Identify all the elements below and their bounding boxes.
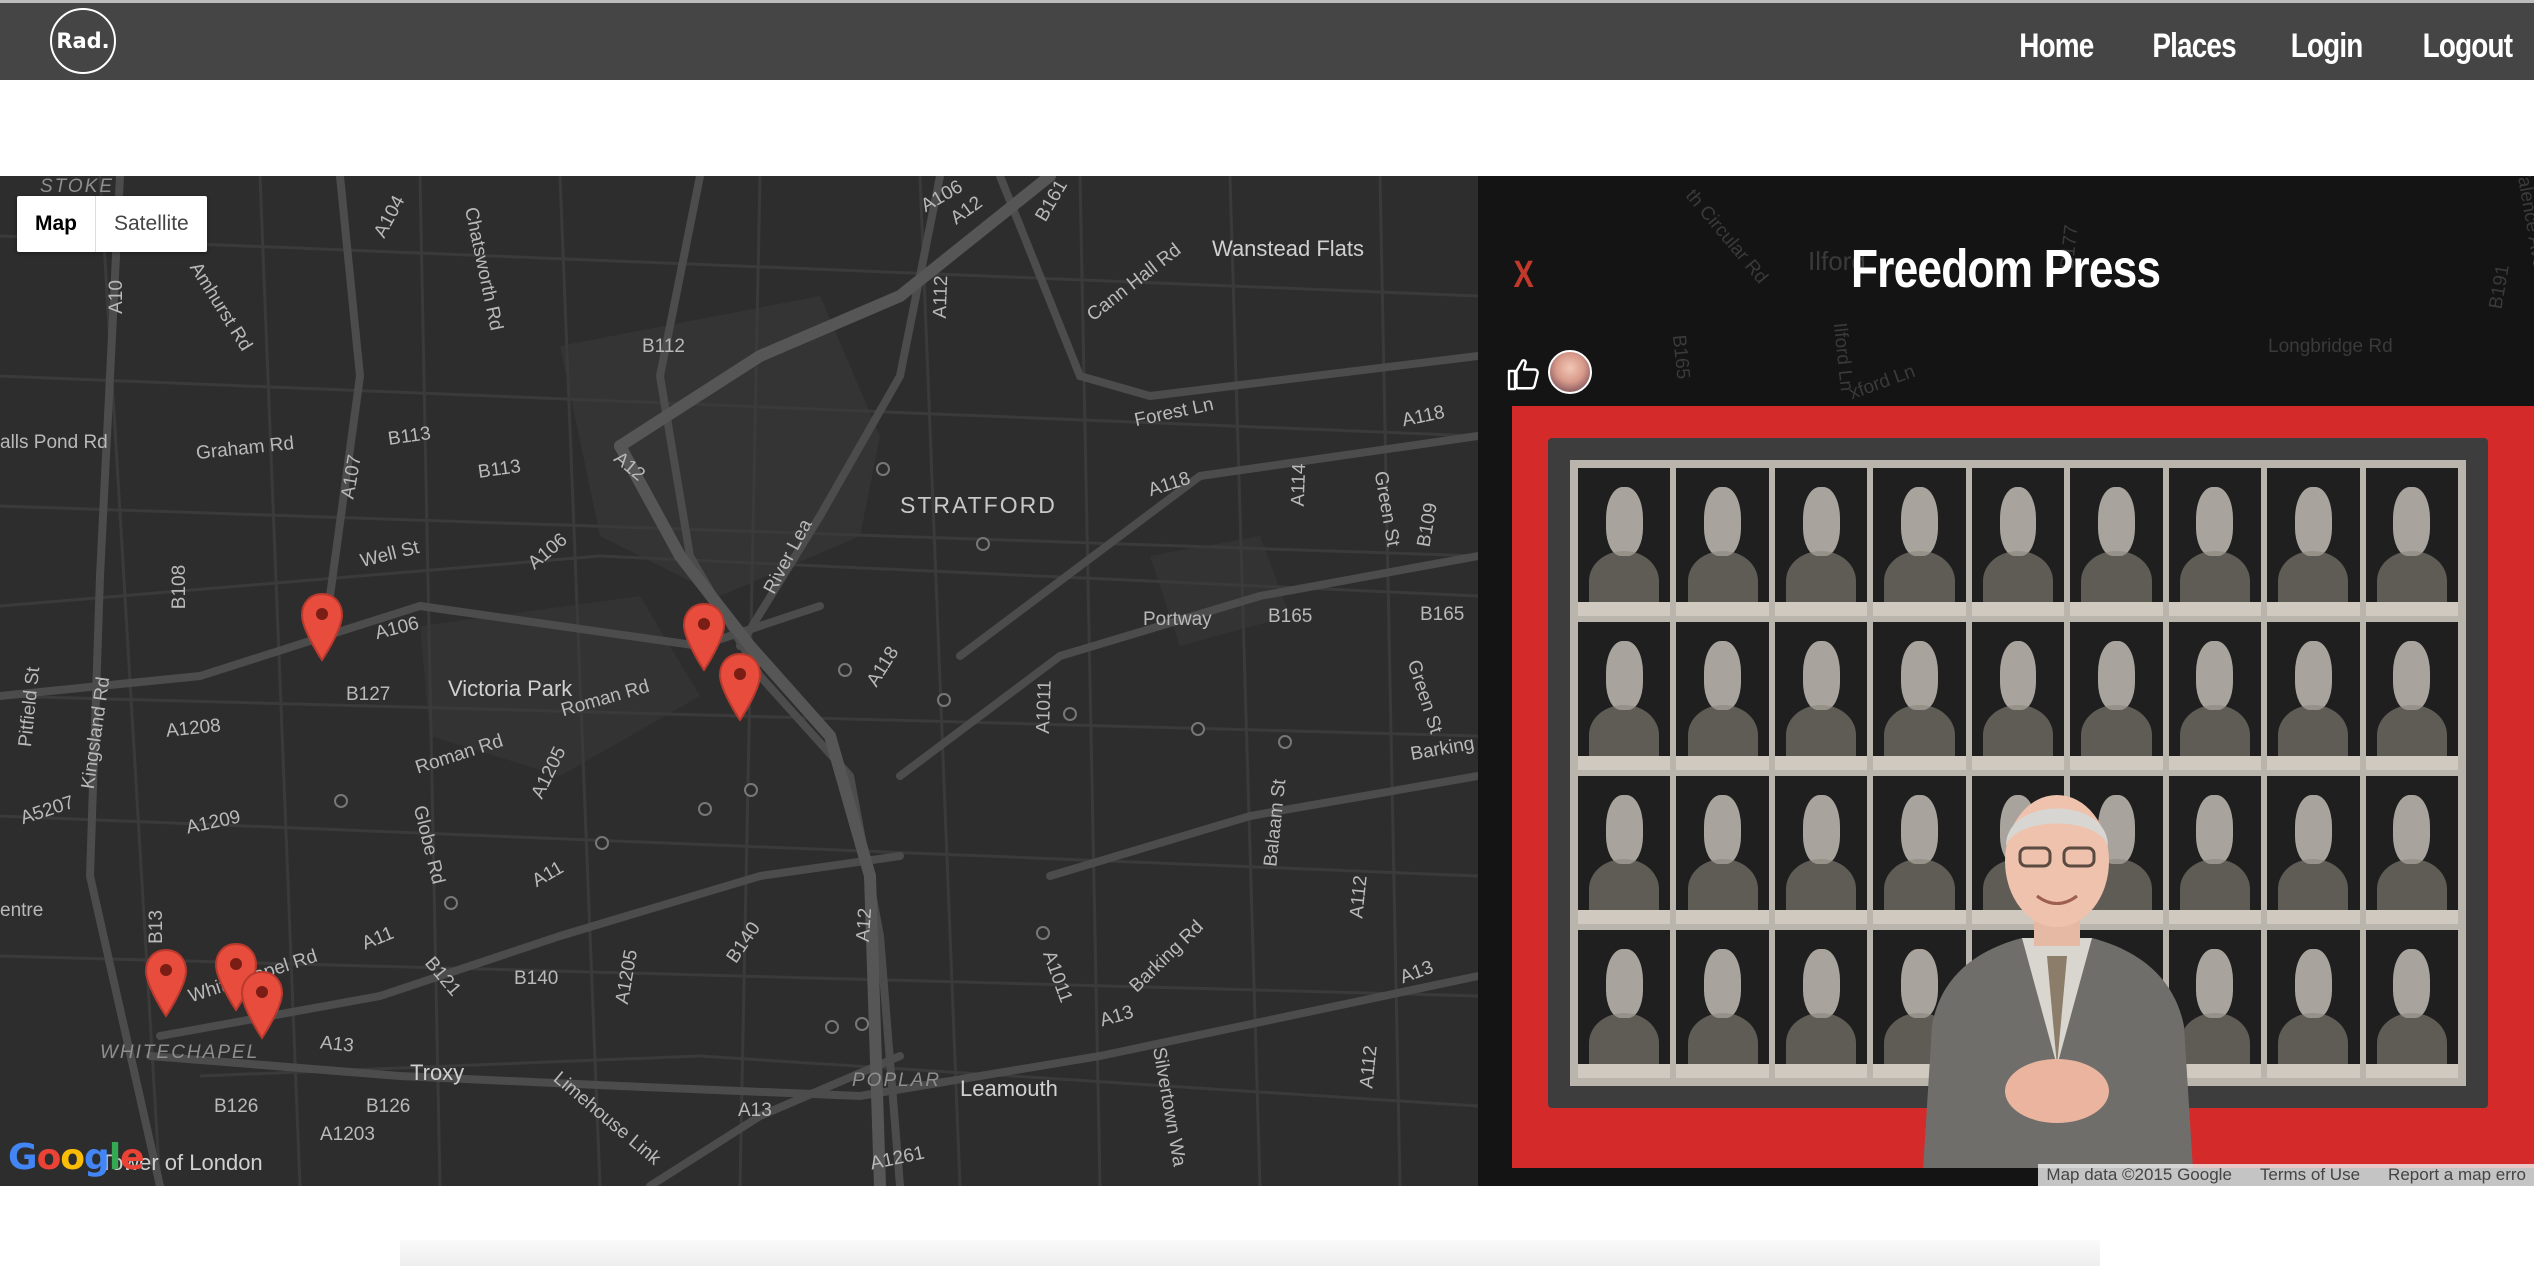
map-label: B13 <box>145 910 167 944</box>
map-canvas[interactable]: Map Satellite STOKE A104 Chatsworth Rd A… <box>0 176 1478 1186</box>
map-label: STRATFORD <box>900 492 1057 518</box>
map-label: B112 <box>642 336 685 357</box>
map-label: A1011 <box>1032 679 1056 735</box>
map-label: A112 <box>1346 874 1372 920</box>
map-label: B108 <box>169 564 191 610</box>
place-photo <box>1512 406 2534 1168</box>
nav-home-link[interactable]: Home <box>2019 27 2094 66</box>
map-label: A114 <box>1287 463 1311 507</box>
map-label: B126 <box>366 1096 411 1117</box>
map-label: POPLAR <box>852 1070 942 1091</box>
map-marker-pin[interactable] <box>718 652 762 722</box>
report-error-link[interactable]: Report a map erro <box>2388 1165 2526 1185</box>
user-avatar[interactable] <box>1548 350 1592 394</box>
map-label: B127 <box>346 684 391 705</box>
thumbs-up-icon[interactable] <box>1506 356 1542 392</box>
place-detail-panel: Ilford th Circular Rd B177 Longbridge Rd… <box>1478 176 2534 1186</box>
terms-link[interactable]: Terms of Use <box>2260 1165 2360 1185</box>
map-label: Portway <box>1143 609 1212 630</box>
map-label: A1203 <box>320 1124 375 1145</box>
nav-logout-link[interactable]: Logout <box>2422 27 2512 66</box>
map-label: A10 <box>105 280 127 314</box>
map-type-control: Map Satellite <box>17 196 207 252</box>
site-logo[interactable]: Rad. <box>50 8 116 74</box>
map-label: B140 <box>514 968 559 989</box>
map-label: entre <box>0 900 44 921</box>
map-label: B165 <box>1420 604 1465 625</box>
map-marker-pin[interactable] <box>240 970 284 1040</box>
map-label: Troxy <box>410 1060 465 1085</box>
map-label: STOKE <box>40 176 115 197</box>
place-title: Freedom Press <box>1851 239 2161 299</box>
map-data-notice: Map data ©2015 Google <box>2046 1165 2232 1184</box>
map-label: A13 <box>319 1032 355 1057</box>
spacer <box>0 80 2534 176</box>
map-label: WHITECHAPEL <box>100 1042 260 1063</box>
map-label: A112 <box>929 275 953 319</box>
nav-login-link[interactable]: Login <box>2291 27 2364 66</box>
person-figure <box>1923 795 2193 1168</box>
map-label: Longbridge Rd <box>2268 336 2393 357</box>
navbar: Rad. Home Places Login Logout <box>0 3 2534 80</box>
map-marker-pin[interactable] <box>300 592 344 662</box>
map-label: B165 <box>1667 333 1694 381</box>
map-type-map-button[interactable]: Map <box>17 196 96 252</box>
nav-links: Home Places Login Logout <box>2003 27 2512 66</box>
map-label: B126 <box>214 1096 259 1117</box>
map-marker-pin[interactable] <box>144 948 188 1018</box>
footer-shadow <box>400 1240 2100 1266</box>
map-label: Victoria Park <box>448 676 573 701</box>
map-label: xford Ln <box>1846 360 1919 405</box>
map-label: B165 <box>1268 606 1313 627</box>
map-label: alls Pond Rd <box>0 432 108 453</box>
map-attribution: Map data ©2015 Google Terms of Use Repor… <box>2038 1164 2534 1186</box>
map-label: A112 <box>1356 1044 1382 1090</box>
map-label: Leamouth <box>960 1076 1058 1101</box>
nav-places-link[interactable]: Places <box>2152 27 2236 66</box>
map-label: A13 <box>738 1100 772 1121</box>
map-label: A12 <box>852 907 877 943</box>
map-type-satellite-button[interactable]: Satellite <box>96 196 207 252</box>
map-label: Wanstead Flats <box>1212 236 1365 261</box>
google-logo: Google <box>8 1137 145 1178</box>
